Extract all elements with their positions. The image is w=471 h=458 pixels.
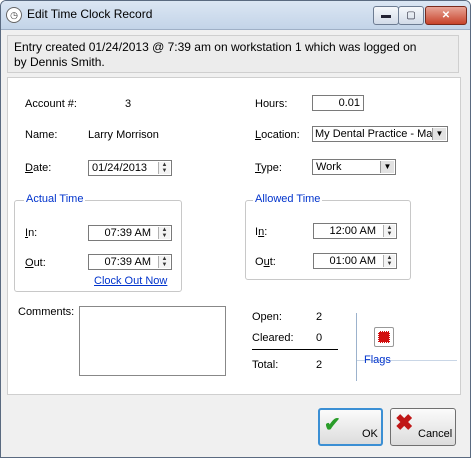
- ok-button-label: OK: [362, 428, 378, 440]
- total-value: 2: [316, 359, 323, 371]
- entry-info-banner: Entry created 01/24/2013 @ 7:39 am on wo…: [7, 35, 459, 73]
- actual-in-value: 07:39 AM: [104, 227, 151, 239]
- hours-value: 0.01: [338, 97, 360, 109]
- cleared-value: 0: [316, 332, 323, 344]
- name-label: Name:: [25, 129, 58, 141]
- type-value: Work: [316, 161, 342, 173]
- date-value: 01/24/2013: [92, 162, 148, 174]
- allowed-out-value: 01:00 AM: [329, 255, 376, 267]
- open-label: Open:: [252, 311, 282, 323]
- flags-label[interactable]: Flags: [364, 354, 391, 366]
- allowed-out-label-pre: O: [255, 256, 264, 268]
- flags-divider: [356, 313, 357, 381]
- type-select[interactable]: Work ▼: [312, 159, 396, 175]
- hours-label: Hours:: [255, 98, 288, 110]
- hours-field[interactable]: 0.01: [312, 95, 364, 111]
- location-label-rest: ocation:: [261, 129, 300, 141]
- flag-icon[interactable]: [374, 327, 394, 347]
- banner-line-2: by Dennis Smith.: [14, 55, 105, 69]
- location-select[interactable]: My Dental Practice - Ma ▼: [312, 126, 448, 142]
- date-label: Date:: [25, 162, 51, 174]
- cancel-x-icon: ✖: [395, 410, 414, 435]
- clock-icon: ◷: [6, 7, 22, 23]
- date-label-accel: D: [25, 162, 33, 174]
- cleared-label: Cleared:: [252, 332, 294, 344]
- allowed-out-label: Out:: [255, 256, 276, 268]
- date-spinner[interactable]: ▲ ▼: [158, 162, 170, 174]
- allowed-in-value: 12:00 AM: [329, 225, 376, 237]
- ok-button[interactable]: ✔ OK: [318, 408, 383, 446]
- actual-in-field[interactable]: 07:39 AM ▲ ▼: [88, 225, 172, 241]
- comments-label: Comments:: [18, 306, 75, 318]
- location-value: My Dental Practice - Ma: [315, 128, 433, 140]
- actual-out-field[interactable]: 07:39 AM ▲ ▼: [88, 254, 172, 270]
- actual-out-label: Out:: [25, 257, 46, 269]
- type-dropdown-icon[interactable]: ▼: [380, 161, 394, 173]
- allowed-in-spinner[interactable]: ▲ ▼: [383, 225, 395, 237]
- actual-in-label-rest: n:: [28, 227, 38, 239]
- type-label: Type:: [255, 162, 282, 174]
- open-value: 2: [316, 311, 323, 323]
- checkmark-icon: ✔: [324, 414, 341, 436]
- actual-in-label: In:: [25, 227, 37, 239]
- location-dropdown-icon[interactable]: ▼: [432, 128, 446, 140]
- allowed-out-label-rest: t:: [269, 256, 276, 268]
- date-label-rest: ate:: [32, 162, 52, 174]
- allowed-in-label: In:: [255, 226, 267, 238]
- summary-divider: [252, 349, 338, 350]
- total-label: Total:: [252, 359, 279, 371]
- date-field[interactable]: 01/24/2013 ▲ ▼: [88, 160, 172, 176]
- account-value: 3: [125, 98, 132, 110]
- cancel-button[interactable]: ✖ Cancel: [390, 408, 456, 446]
- actual-out-spinner[interactable]: ▲ ▼: [158, 256, 170, 268]
- account-label: Account #:: [25, 98, 77, 110]
- allowed-out-spinner[interactable]: ▲ ▼: [383, 255, 395, 267]
- actual-out-label-accel: O: [25, 257, 34, 269]
- allowed-time-title: Allowed Time: [253, 193, 323, 205]
- title-bar[interactable]: ◷ Edit Time Clock Record ▬ ▢ ✕: [1, 1, 470, 30]
- cancel-button-label: Cancel: [418, 428, 453, 440]
- actual-out-value: 07:39 AM: [104, 256, 151, 268]
- banner-line-1: Entry created 01/24/2013 @ 7:39 am on wo…: [14, 40, 417, 54]
- actual-time-title: Actual Time: [24, 193, 86, 205]
- allowed-out-field[interactable]: 01:00 AM ▲ ▼: [313, 253, 397, 269]
- minimize-button[interactable]: ▬: [373, 6, 399, 25]
- window-title: Edit Time Clock Record: [27, 7, 153, 21]
- clock-out-now-link[interactable]: Clock Out Now: [94, 275, 167, 287]
- location-label: Location:: [255, 129, 300, 141]
- actual-in-spinner[interactable]: ▲ ▼: [158, 227, 170, 239]
- close-button[interactable]: ✕: [425, 6, 467, 25]
- dialog-window: ◷ Edit Time Clock Record ▬ ▢ ✕ Entry cre…: [0, 0, 471, 458]
- maximize-button[interactable]: ▢: [398, 6, 424, 25]
- record-panel: Account #: 3 Name: Larry Morrison Date: …: [7, 77, 461, 395]
- comments-textarea[interactable]: [79, 306, 226, 376]
- allowed-in-label-rest: :: [264, 226, 268, 238]
- allowed-in-field[interactable]: 12:00 AM ▲ ▼: [313, 223, 397, 239]
- type-label-rest: ype:: [261, 162, 282, 174]
- actual-out-label-rest: ut:: [33, 257, 46, 269]
- name-value: Larry Morrison: [88, 129, 159, 141]
